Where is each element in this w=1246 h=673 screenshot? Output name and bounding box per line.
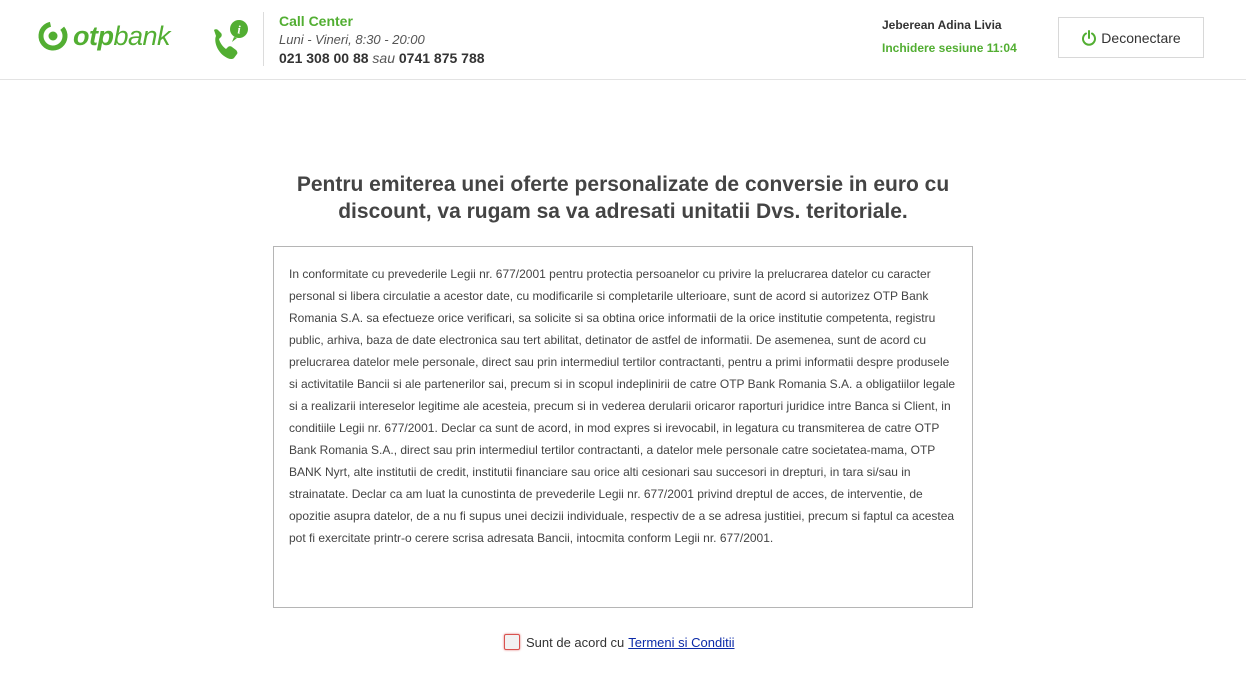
otp-logo-icon: [38, 21, 68, 51]
logout-label: Deconectare: [1101, 29, 1181, 46]
terms-link[interactable]: Termeni si Conditii: [628, 635, 734, 650]
logo-wordmark: otpbank: [73, 20, 171, 52]
logout-button[interactable]: Deconectare: [1058, 17, 1204, 58]
header: otpbank i Call Center Luni - Vineri, 8:3…: [0, 0, 1246, 80]
terms-text: In conformitate cu prevederile Legii nr.…: [289, 267, 956, 545]
phone-number-2[interactable]: 0741 875 788: [399, 50, 485, 66]
header-divider: [263, 12, 264, 66]
call-center-info: Call Center Luni - Vineri, 8:30 - 20:00 …: [279, 13, 485, 67]
agree-row: Sunt de acord cu Termeni si Conditii: [504, 634, 735, 650]
phone-number-1[interactable]: 021 308 00 88: [279, 50, 369, 66]
page-title: Pentru emiterea unei oferte personalizat…: [296, 173, 950, 223]
user-name: Jeberean Adina Livia: [882, 18, 1002, 32]
logo-otp: otp: [73, 20, 114, 51]
user-session-info: Jeberean Adina Livia Inchidere sesiune 1…: [882, 17, 1022, 56]
agree-checkbox[interactable]: [504, 634, 520, 650]
call-center-phones: 021 308 00 88 sau 0741 875 788: [279, 49, 485, 67]
session-timer: Inchidere sesiune 11:04: [882, 41, 1017, 55]
power-icon: [1082, 29, 1097, 46]
logo-bank: bank: [113, 20, 171, 51]
otp-bank-logo[interactable]: otpbank: [38, 19, 171, 53]
phone-info-icon: i: [214, 20, 248, 60]
agree-label: Sunt de acord cu: [526, 634, 625, 650]
call-center-title: Call Center: [279, 13, 353, 29]
call-center-hours: Luni - Vineri, 8:30 - 20:00: [279, 32, 425, 47]
terms-box[interactable]: In conformitate cu prevederile Legii nr.…: [273, 246, 973, 608]
phone-separator: sau: [372, 50, 395, 66]
